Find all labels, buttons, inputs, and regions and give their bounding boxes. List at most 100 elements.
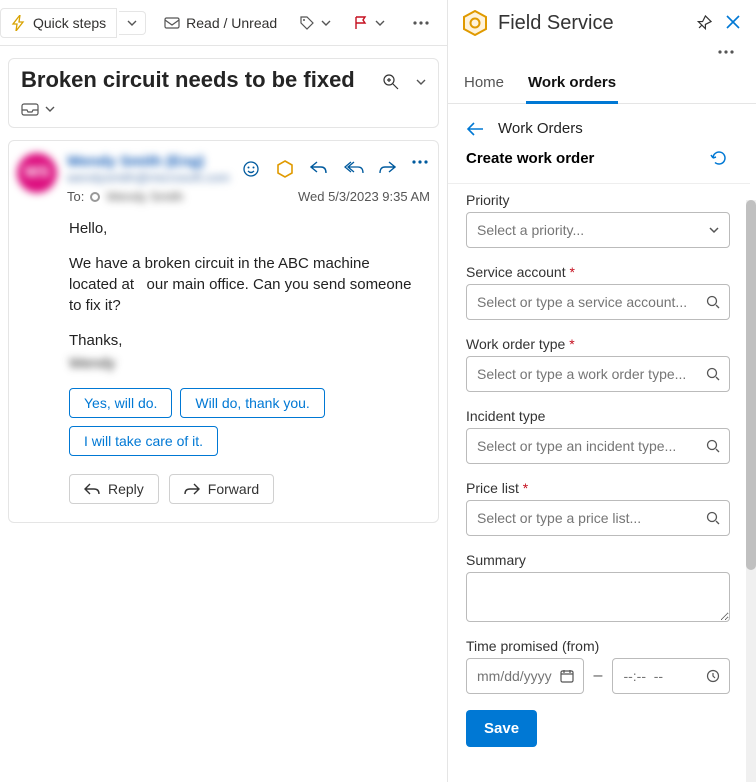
tag-icon [299, 15, 315, 31]
zoom-button[interactable] [382, 73, 400, 91]
search-icon [706, 511, 720, 525]
close-icon [726, 15, 740, 29]
zoom-icon [382, 73, 400, 91]
incident-type-field[interactable] [466, 428, 730, 464]
forward-icon [378, 160, 396, 174]
body-thanks: Thanks, [69, 330, 422, 351]
chevron-down-icon [375, 18, 385, 28]
forward-icon-button[interactable] [378, 160, 396, 178]
search-icon [706, 295, 720, 309]
from-email: wendysmith@microsoft.com [67, 170, 230, 185]
to-label: To: [67, 189, 84, 204]
email-date: Wed 5/3/2023 9:35 AM [298, 189, 430, 204]
price-list-field[interactable] [466, 500, 730, 536]
breadcrumb: Work Orders [448, 104, 750, 147]
chevron-down-icon [127, 18, 137, 28]
search-icon [706, 367, 720, 381]
body-main: We have a broken circuit in the ABC mach… [69, 253, 422, 316]
refresh-button[interactable] [710, 149, 728, 167]
flag-button[interactable] [343, 9, 395, 37]
flag-icon [353, 15, 369, 31]
service-account-label: Service account [466, 264, 730, 280]
lightning-icon [11, 15, 27, 31]
service-account-field[interactable] [466, 284, 730, 320]
from-name: Wendy Smith (Eng) [67, 153, 230, 170]
work-order-type-label: Work order type [466, 336, 730, 352]
tab-work-orders[interactable]: Work orders [526, 68, 618, 104]
body-greeting: Hello, [69, 218, 422, 239]
pin-icon [696, 15, 712, 31]
suggested-reply[interactable]: Will do, thank you. [180, 388, 324, 418]
quick-steps-label: Quick steps [33, 15, 106, 31]
fs-logo-icon [462, 10, 488, 36]
email-subject: Broken circuit needs to be fixed [21, 67, 355, 93]
body-sig: Wendy [69, 353, 422, 374]
suggested-reply[interactable]: Yes, will do. [69, 388, 172, 418]
priority-select[interactable] [466, 212, 730, 248]
reply-icon [310, 160, 328, 174]
summary-field[interactable] [466, 572, 730, 622]
chevron-down-icon[interactable] [416, 77, 426, 87]
tabs: Home Work orders [448, 54, 756, 104]
emoji-icon [242, 160, 260, 178]
chevron-down-icon [708, 224, 720, 236]
price-list-label: Price list [466, 480, 730, 496]
create-title: Create work order [466, 150, 594, 167]
refresh-icon [710, 149, 728, 167]
quick-steps-chevron[interactable] [119, 11, 146, 35]
avatar: WS [17, 153, 57, 193]
forward-button[interactable]: Forward [169, 474, 274, 504]
reply-icon-button[interactable] [310, 160, 328, 178]
reply-all-icon [344, 160, 364, 174]
save-button[interactable]: Save [466, 710, 537, 747]
crumb-label: Work Orders [498, 120, 583, 137]
summary-label: Summary [466, 552, 730, 568]
chevron-down-icon [321, 18, 331, 28]
presence-icon [90, 192, 100, 202]
back-button[interactable] [466, 122, 484, 136]
reply-label: Reply [108, 481, 144, 497]
message-more-button[interactable] [412, 160, 430, 178]
chevron-down-icon[interactable] [45, 104, 55, 114]
pin-button[interactable] [696, 15, 712, 31]
clock-icon [706, 669, 720, 683]
hexagon-icon [276, 160, 294, 178]
fs-hex-button[interactable] [276, 160, 294, 178]
close-button[interactable] [726, 15, 740, 31]
to-name: Wendy Smith [106, 189, 183, 204]
scrollbar-thumb[interactable] [746, 200, 756, 570]
calendar-icon [560, 669, 574, 683]
time-from-label: Time promised (from) [466, 638, 730, 654]
toolbar-more-button[interactable] [403, 15, 439, 31]
inbox-button[interactable] [21, 101, 39, 117]
search-icon [706, 439, 720, 453]
tag-button[interactable] [289, 9, 341, 37]
work-order-form: Priority Service account Work order type [448, 192, 750, 767]
arrow-left-icon [466, 122, 484, 136]
reply-icon [84, 483, 100, 495]
reply-all-icon-button[interactable] [344, 160, 362, 178]
envelope-icon [164, 15, 180, 31]
range-dash: – [594, 667, 603, 685]
forward-label: Forward [208, 481, 259, 497]
incident-type-label: Incident type [466, 408, 730, 424]
more-icon [413, 21, 429, 25]
fs-header: Field Service [448, 0, 756, 40]
email-toolbar: Quick steps Read / Unread [0, 0, 447, 46]
priority-label: Priority [466, 192, 730, 208]
tab-home[interactable]: Home [462, 68, 506, 103]
read-unread-label: Read / Unread [186, 15, 277, 31]
subject-card: Broken circuit needs to be fixed [8, 58, 439, 128]
more-icon [412, 160, 428, 164]
read-unread-button[interactable]: Read / Unread [154, 9, 287, 37]
forward-icon [184, 483, 200, 495]
message-card: WS Wendy Smith (Eng) wendysmith@microsof… [8, 140, 439, 523]
reply-button[interactable]: Reply [69, 474, 159, 504]
emoji-button[interactable] [242, 160, 260, 178]
suggested-reply[interactable]: I will take care of it. [69, 426, 218, 456]
quick-steps-button[interactable]: Quick steps [0, 8, 117, 38]
email-body: Hello, We have a broken circuit in the A… [17, 204, 430, 384]
inbox-icon [21, 101, 39, 117]
work-order-type-field[interactable] [466, 356, 730, 392]
fs-title: Field Service [498, 12, 686, 35]
